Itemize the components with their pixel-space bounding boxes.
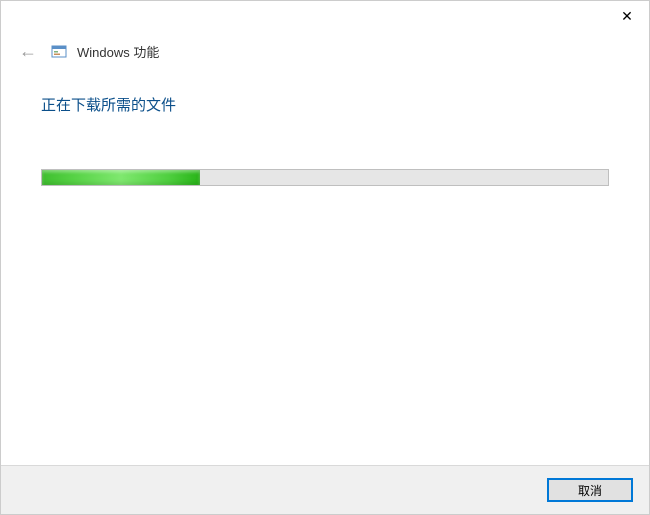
close-button[interactable]: ✕ [613, 5, 641, 27]
dialog-header: ← Windows 功能 [1, 31, 649, 72]
progress-bar [41, 169, 609, 186]
dialog-window: ✕ ← Windows 功能 正在下载所需的文件 取消 [0, 0, 650, 515]
progress-fill [42, 170, 200, 185]
windows-feature-icon [51, 44, 67, 60]
close-icon: ✕ [621, 8, 633, 25]
dialog-footer: 取消 [1, 465, 649, 514]
status-text: 正在下载所需的文件 [41, 94, 609, 115]
back-arrow-icon[interactable]: ← [15, 39, 41, 64]
header-title: Windows 功能 [77, 42, 159, 61]
cancel-button[interactable]: 取消 [547, 478, 633, 502]
titlebar: ✕ [1, 1, 649, 31]
dialog-content: 正在下载所需的文件 [1, 72, 649, 465]
